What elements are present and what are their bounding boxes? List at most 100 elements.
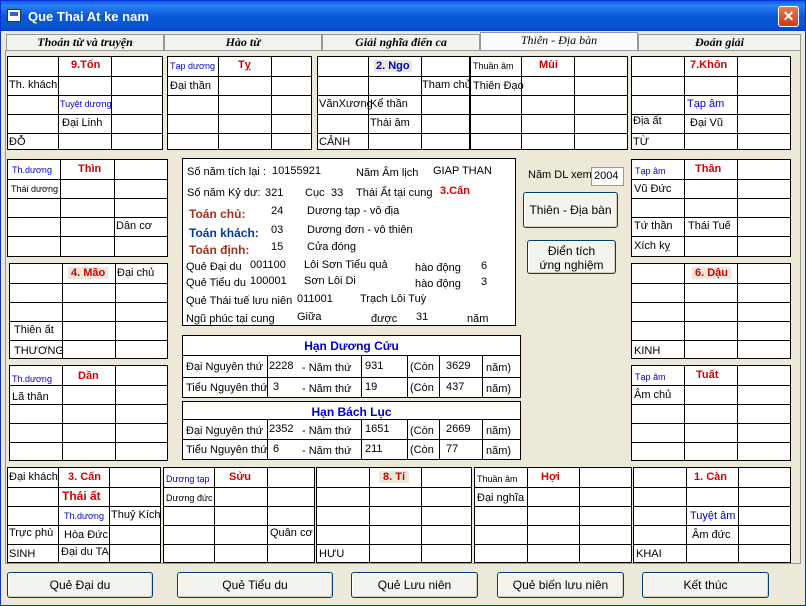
toan-dinh-value: 15	[271, 241, 284, 253]
ket-thuc-button[interactable]: Kết thúc	[642, 572, 769, 598]
tab-thoan-tu[interactable]: Thoán từ và truyện	[6, 34, 164, 50]
palace-star: Thái Tuế	[688, 220, 731, 232]
palace-star: Thuỷ Kích	[111, 509, 161, 521]
que-tieu-du-button[interactable]: Quẻ Tiểu du	[177, 572, 333, 598]
ngu-phuc-label: Ngũ phúc tại cung	[186, 313, 275, 325]
tab-doan-giai[interactable]: Đoán giải	[638, 34, 801, 50]
cuc-value: 33	[331, 187, 344, 199]
que-tieu-du-name: Sơn Lôi Di	[304, 275, 356, 287]
palace-star: Vũ Đức	[634, 183, 672, 195]
palace-star: SINH	[9, 548, 36, 560]
toan-khach-value: 03	[271, 224, 284, 236]
palace-star: Thái âm	[370, 117, 410, 129]
palace-name: 6. Dậu	[692, 267, 732, 279]
title-bar[interactable]: Que Thai At ke nam ✕	[1, 1, 805, 31]
palace-star: Âm chủ	[634, 389, 672, 401]
palace-tuat: Tạp âm Tuất Âm chủ	[631, 365, 791, 461]
palace-star: ĐỖ	[9, 136, 26, 148]
center-info-panel: Số năm tích lại : 10155921 Năm Âm lịch G…	[182, 158, 516, 326]
thien-dia-ban-button[interactable]: Thiên - Địa bàn	[523, 192, 618, 228]
palace-star: Dương đức	[166, 493, 213, 503]
con-label: (Còn	[410, 382, 434, 394]
nam-thu-label: - Năm thứ	[302, 362, 352, 374]
palace-name: Sửu	[229, 471, 252, 483]
han-duong-cuu-title: Hạn Dương Cửu	[182, 335, 521, 355]
dien-tich-button[interactable]: Điển tích ứng nghiệm	[527, 240, 616, 274]
palace-star: Quân cơ	[270, 527, 313, 539]
nam-am-lich-value: GIAP THAN	[433, 165, 492, 177]
main-window: Que Thai At ke nam ✕ Thoán từ và truyện …	[0, 0, 806, 606]
app-window-icon	[7, 9, 21, 22]
nam-dl-input[interactable]: 2004	[591, 167, 624, 186]
palace-star: HƯU	[319, 548, 345, 560]
palace-star: Dân cơ	[116, 220, 152, 232]
palace-star: TỪ	[633, 136, 650, 148]
han-bach-luc-title: Hạn Bách Lục	[182, 401, 521, 419]
nam-label: năm	[467, 313, 489, 325]
han-duong-cuu-panel: Hạn Dương Cửu Đại Nguyên thứ 2228 - Năm …	[182, 335, 521, 398]
palace-star: Tuyệt dương	[60, 99, 112, 109]
palace-ty: Tạp dương Tỵ Đại thần	[167, 56, 312, 150]
palace-star: Đại Vũ	[690, 117, 724, 129]
que-tieu-du-label: Quẻ Tiểu du	[186, 277, 246, 289]
palace-star: Đại du TA	[61, 546, 109, 558]
tab-giai-nghia[interactable]: Giải nghĩa điển ca	[322, 34, 480, 50]
que-dai-du-button[interactable]: Quẻ Đại du	[7, 572, 153, 598]
palace-3-can: Đại khách 3. Cấn Thái ất Th.dương Thuỷ K…	[7, 467, 161, 563]
que-luu-nien-button[interactable]: Quẻ Lưu niên	[351, 572, 478, 598]
nam-thu-label: - Năm thứ	[302, 425, 352, 437]
palace-8-ti: 8. Tí HƯU	[316, 467, 472, 563]
palace-type: Th.dương	[12, 165, 52, 175]
palace-name: 7.Khôn	[690, 59, 728, 71]
palace-star: Hòa Đức	[64, 529, 109, 541]
palace-star: Kể thần	[370, 98, 408, 110]
palace-star: Đại chủ	[117, 267, 155, 279]
nam-thu-value: 211	[365, 443, 383, 455]
palace-1-can: 1. Càn Tuyệt âm Âm đức KHAI	[633, 467, 791, 563]
nam-suffix: năm)	[486, 425, 512, 437]
dien-tich-label-2: ứng nghiệm	[539, 258, 604, 272]
palace-name: 3. Cấn	[68, 471, 102, 483]
nam-am-lich-label: Năm Âm lịch	[356, 167, 419, 179]
palace-name: Tuất	[696, 369, 719, 381]
so-nam-tich-lai-value: 10155921	[272, 165, 321, 177]
palace-name: 1. Càn	[694, 471, 728, 483]
dai-nguyen-label: Đại Nguyên thứ	[186, 361, 264, 373]
hao-dong-value: 6	[481, 260, 488, 272]
hao-dong-label: hào động	[415, 278, 461, 290]
que-tieu-du-value: 100001	[250, 275, 287, 287]
con-value: 3629	[446, 360, 471, 372]
cuc-label: Cục	[305, 187, 325, 199]
duoc-label: được	[371, 313, 398, 325]
palace-star: Lã thân	[12, 391, 49, 403]
palace-name: 4. Mão	[68, 267, 109, 279]
palace-type: Th.dương	[64, 511, 104, 521]
palace-star: Âm đức	[692, 529, 731, 541]
palace-name: 8. Tí	[379, 471, 410, 483]
toan-khach-label: Toán khách:	[189, 226, 259, 240]
dai-nguyen-value: 2228	[269, 360, 294, 372]
nam-thu-value: 19	[365, 381, 378, 393]
palace-star: Tuyệt âm	[690, 510, 736, 522]
que-thai-tue-label: Quẻ Thái tuế lưu niên	[186, 295, 293, 307]
dien-tich-label-1: Điển tích	[547, 244, 596, 258]
que-bien-luu-nien-button[interactable]: Quẻ biến lưu niên	[497, 572, 624, 598]
palace-7-khon: 7.Khôn Tạp âm Địa ất Đại Vũ TỪ	[631, 56, 791, 150]
nam-suffix: năm)	[486, 383, 512, 395]
toan-khach-desc: Dương đơn - vô thiên	[307, 224, 413, 236]
close-icon: ✕	[782, 8, 795, 24]
tieu-nguyen-label: Tiểu Nguyên thứ	[186, 382, 268, 394]
tab-hao-tu[interactable]: Hào từ	[164, 34, 322, 50]
nam-thu-label: - Năm thứ	[302, 383, 352, 395]
tab-thien-dia-ban[interactable]: Thiên - Địa bàn	[480, 32, 638, 50]
con-label: (Còn	[410, 361, 434, 373]
palace-name: Mùi	[539, 59, 558, 71]
nam-thu-value: 1651	[365, 423, 390, 435]
close-button[interactable]: ✕	[778, 6, 799, 27]
so-nam-tich-lai-label: Số năm tích lại :	[187, 166, 266, 178]
hao-dong-value: 3	[481, 276, 488, 288]
palace-suu: Dương tạp Sửu Dương đức Quân cơ	[163, 467, 315, 563]
toan-dinh-label: Toán định:	[189, 243, 250, 257]
palace-name: 9.Tốn	[71, 59, 101, 71]
toan-dinh-desc: Cửa đóng	[307, 241, 356, 253]
